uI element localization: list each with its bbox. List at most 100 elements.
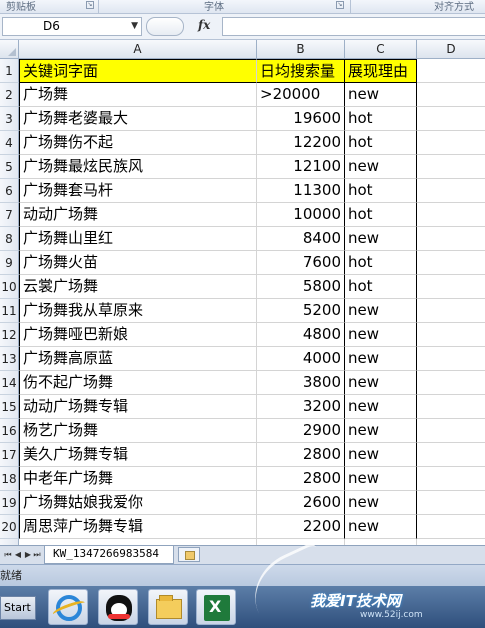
dialog-launcher-icon[interactable]: ↘	[86, 1, 94, 9]
cell-a[interactable]: 广场舞山里红	[19, 227, 257, 251]
cell-b[interactable]: 4800	[257, 323, 345, 347]
cell-d[interactable]	[417, 491, 485, 515]
dialog-launcher-icon[interactable]: ↘	[336, 1, 344, 9]
row-header[interactable]: 10	[0, 275, 19, 299]
row-header[interactable]: 4	[0, 131, 19, 155]
cell-c[interactable]: new	[345, 155, 417, 179]
cell-b[interactable]: 12200	[257, 131, 345, 155]
cell-b[interactable]: 5200	[257, 299, 345, 323]
cell-c[interactable]: new	[345, 347, 417, 371]
insert-function-icon[interactable]: fx	[198, 18, 210, 32]
cell-c[interactable]: new	[345, 371, 417, 395]
cell-b[interactable]: 2200	[257, 515, 345, 539]
row-header[interactable]: 16	[0, 419, 19, 443]
cell-b[interactable]: 5800	[257, 275, 345, 299]
cell-a[interactable]: 广场舞高原蓝	[19, 347, 257, 371]
cell-b1[interactable]: 日均搜索量	[257, 59, 345, 83]
cell-d[interactable]	[417, 515, 485, 539]
cell-d[interactable]	[417, 323, 485, 347]
cell-c[interactable]: new	[345, 515, 417, 539]
cell-a[interactable]: 广场舞伤不起	[19, 131, 257, 155]
cell-b[interactable]: 11300	[257, 179, 345, 203]
cell-d[interactable]	[417, 83, 485, 107]
cell-d[interactable]	[417, 107, 485, 131]
cell-c[interactable]: new	[345, 83, 417, 107]
cell-d[interactable]	[417, 347, 485, 371]
cell-c[interactable]: new	[345, 299, 417, 323]
chevron-down-icon[interactable]: ▼	[131, 18, 138, 35]
cell-a[interactable]: 云裳广场舞	[19, 275, 257, 299]
cell-b[interactable]: 10000	[257, 203, 345, 227]
formula-input[interactable]	[222, 17, 485, 36]
cell-d[interactable]	[417, 299, 485, 323]
cell-a[interactable]: 中老年广场舞	[19, 467, 257, 491]
column-header-b[interactable]: B	[257, 40, 345, 59]
row-header[interactable]: 7	[0, 203, 19, 227]
cell-b[interactable]: 2600	[257, 491, 345, 515]
cell-d[interactable]	[417, 251, 485, 275]
cell-c[interactable]: hot	[345, 179, 417, 203]
row-header[interactable]: 15	[0, 395, 19, 419]
folder-icon[interactable]	[148, 589, 188, 625]
cell-b[interactable]: 19600	[257, 107, 345, 131]
prev-sheet-icon[interactable]: ◀	[14, 549, 22, 561]
insert-sheet-icon[interactable]	[178, 547, 200, 562]
cell-c[interactable]: hot	[345, 251, 417, 275]
formula-bar-toggle-button[interactable]	[146, 17, 184, 36]
cell-c[interactable]: hot	[345, 203, 417, 227]
cell-c[interactable]: new	[345, 467, 417, 491]
first-sheet-icon[interactable]: ⏮	[4, 549, 12, 561]
row-header[interactable]: 3	[0, 107, 19, 131]
row-header[interactable]: 11	[0, 299, 19, 323]
row-header[interactable]: 20	[0, 515, 19, 539]
cell-b[interactable]: 3800	[257, 371, 345, 395]
row-header[interactable]: 19	[0, 491, 19, 515]
column-header-a[interactable]: A	[19, 40, 257, 59]
cell-a[interactable]: 美久广场舞专辑	[19, 443, 257, 467]
internet-explorer-icon[interactable]	[48, 589, 88, 625]
cell-c[interactable]: new	[345, 395, 417, 419]
row-header[interactable]: 5	[0, 155, 19, 179]
cell-b[interactable]: >20000	[257, 83, 345, 107]
cell-a1[interactable]: 关键词字面	[19, 59, 257, 83]
cell-d[interactable]	[417, 371, 485, 395]
cell-a[interactable]: 广场舞哑巴新娘	[19, 323, 257, 347]
cell-a[interactable]: 广场舞我从草原来	[19, 299, 257, 323]
sheet-tab[interactable]: KW_1347266983584	[44, 546, 174, 564]
cell-a[interactable]: 伤不起广场舞	[19, 371, 257, 395]
cell-b[interactable]: 12100	[257, 155, 345, 179]
next-sheet-icon[interactable]: ▶	[24, 549, 32, 561]
row-header[interactable]: 9	[0, 251, 19, 275]
row-header[interactable]: 6	[0, 179, 19, 203]
cell-a[interactable]: 广场舞	[19, 83, 257, 107]
row-header[interactable]: 13	[0, 347, 19, 371]
cell-c[interactable]: hot	[345, 131, 417, 155]
cell-a[interactable]: 动动广场舞	[19, 203, 257, 227]
row-header[interactable]: 2	[0, 83, 19, 107]
cell-b[interactable]: 2800	[257, 443, 345, 467]
cell-a[interactable]: 广场舞姑娘我爱你	[19, 491, 257, 515]
cell-c[interactable]: new	[345, 443, 417, 467]
start-button[interactable]: Start	[0, 596, 36, 620]
cell-d[interactable]	[417, 395, 485, 419]
row-header[interactable]: 8	[0, 227, 19, 251]
qq-icon[interactable]	[98, 589, 138, 625]
cell-b[interactable]: 4000	[257, 347, 345, 371]
row-header[interactable]: 1	[0, 59, 19, 83]
cell-b[interactable]: 7600	[257, 251, 345, 275]
cell-c[interactable]: new	[345, 227, 417, 251]
cell-c[interactable]: hot	[345, 275, 417, 299]
row-header[interactable]: 17	[0, 443, 19, 467]
cell-d[interactable]	[417, 179, 485, 203]
cell-b[interactable]: 8400	[257, 227, 345, 251]
cell-a[interactable]: 广场舞老婆最大	[19, 107, 257, 131]
cell-d[interactable]	[417, 443, 485, 467]
cell-c1[interactable]: 展现理由	[345, 59, 417, 83]
cell-b[interactable]: 3200	[257, 395, 345, 419]
cell-d[interactable]	[417, 275, 485, 299]
cell-a[interactable]: 广场舞最炫民族风	[19, 155, 257, 179]
cell-a[interactable]: 周思萍广场舞专辑	[19, 515, 257, 539]
cell-a[interactable]: 广场舞套马杆	[19, 179, 257, 203]
name-box[interactable]: D6 ▼	[2, 17, 142, 36]
cell-c[interactable]: new	[345, 419, 417, 443]
